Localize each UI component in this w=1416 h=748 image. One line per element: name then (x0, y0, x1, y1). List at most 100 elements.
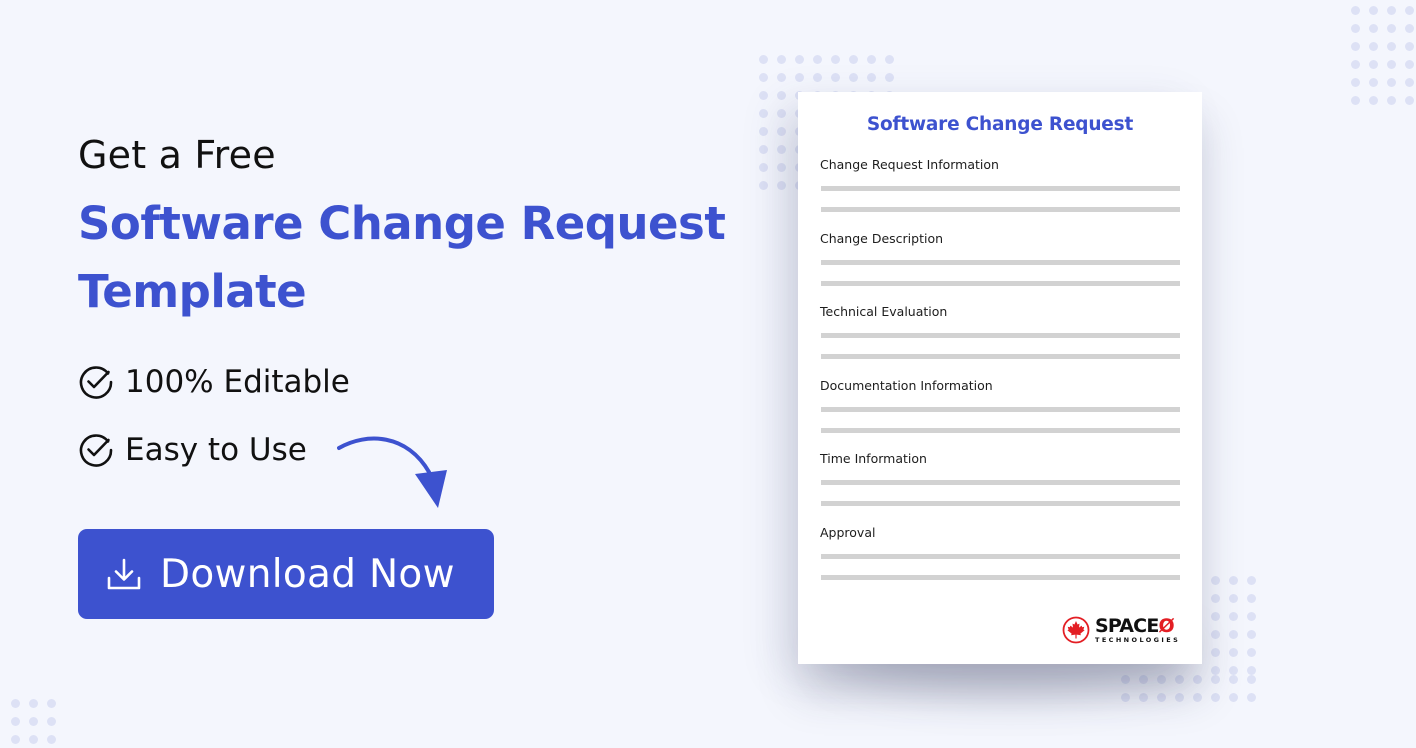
decorative-dot (24, 730, 42, 748)
decorative-dot (1364, 73, 1382, 91)
decorative-dot (754, 104, 772, 122)
placeholder-line (821, 406, 1180, 412)
decorative-dot (1346, 73, 1364, 91)
section-label: Technical Evaluation (820, 304, 948, 320)
decorative-dot (1382, 1, 1400, 19)
decorative-dot (1346, 37, 1364, 55)
decorative-dot (1242, 607, 1260, 625)
decorative-dot (1206, 625, 1224, 643)
decorative-dot (1206, 670, 1224, 688)
decorative-dot (1206, 571, 1224, 589)
decorative-dot (1170, 688, 1188, 706)
decorative-dot (1242, 571, 1260, 589)
decorative-dot (1224, 670, 1242, 688)
feature-item: Easy to Use (78, 430, 350, 470)
decorative-dot (880, 50, 898, 68)
placeholder-line (821, 553, 1180, 559)
decorative-dot (42, 694, 60, 712)
download-icon (107, 558, 141, 590)
decorative-dot (1134, 688, 1152, 706)
decorative-dot (1170, 670, 1188, 688)
decorative-dot (772, 176, 790, 194)
decorative-dot (1382, 37, 1400, 55)
decorative-dot (808, 50, 826, 68)
decorative-dot (1224, 571, 1242, 589)
document-sections: Change Request Information Change Descri… (820, 156, 1180, 598)
dot-pattern-top-right (1346, 1, 1416, 109)
decorative-dot (1364, 91, 1382, 109)
decorative-dot (808, 68, 826, 86)
document-title: Software Change Request (866, 114, 1134, 135)
decorative-dot (754, 140, 772, 158)
decorative-dot (1206, 589, 1224, 607)
feature-item: 100% Editable (78, 362, 350, 402)
decorative-dot (1400, 37, 1416, 55)
decorative-dot (1224, 607, 1242, 625)
placeholder-line (821, 259, 1180, 265)
document-section: Time Information (820, 450, 1180, 524)
decorative-dot (1364, 1, 1382, 19)
decorative-dot (1242, 688, 1260, 706)
decorative-dot (1364, 19, 1382, 37)
decorative-dot (1206, 607, 1224, 625)
decorative-dot (1242, 670, 1260, 688)
decorative-dot (6, 694, 24, 712)
decorative-dot (1206, 643, 1224, 661)
decorative-dot (826, 50, 844, 68)
check-circle-icon (79, 434, 113, 467)
decorative-dot (754, 86, 772, 104)
document-section: Change Description (820, 230, 1180, 304)
decorative-dot (1346, 91, 1364, 109)
decorative-dot (772, 140, 790, 158)
logo-name-suffix: Ø (1158, 614, 1175, 637)
decorative-dot (1224, 688, 1242, 706)
section-label: Approval (820, 524, 876, 540)
section-label: Change Request Information (820, 157, 999, 172)
decorative-dot (1346, 1, 1364, 19)
download-now-button[interactable]: Download Now (78, 529, 494, 619)
decorative-dot (772, 86, 790, 104)
decorative-dot (42, 712, 60, 730)
decorative-dot (1346, 19, 1364, 37)
decorative-dot (772, 122, 790, 140)
logo-text: SPACEØ TECHNOLOGIES (1095, 614, 1181, 644)
decorative-dot (844, 50, 862, 68)
placeholder-line (821, 427, 1180, 433)
decorative-dot (1242, 625, 1260, 643)
decorative-dot (1224, 625, 1242, 643)
document-section: Approval (820, 524, 1180, 598)
decorative-dot (6, 712, 24, 730)
document-section: Change Request Information (820, 156, 1180, 230)
dot-pattern-bottom-left (6, 694, 60, 748)
decorative-dot (772, 104, 790, 122)
decorative-dot (862, 50, 880, 68)
logo-tagline: TECHNOLOGIES (1095, 635, 1181, 644)
decorative-dot (1400, 55, 1416, 73)
placeholder-line (821, 480, 1180, 486)
decorative-dot (1224, 589, 1242, 607)
headline-line-1: Software Change Request (78, 197, 726, 250)
decorative-dot (1152, 688, 1170, 706)
decorative-dot (772, 158, 790, 176)
company-logo: SPACEØ TECHNOLOGIES (1062, 616, 1180, 644)
decorative-dot (880, 68, 898, 86)
section-label: Change Description (820, 230, 944, 246)
placeholder-line (821, 501, 1180, 507)
document-preview: Software Change Request Change Request I… (798, 92, 1202, 664)
dot-pattern-bottom-right-column (1206, 571, 1260, 679)
decorative-dot (24, 712, 42, 730)
decorative-dot (1206, 688, 1224, 706)
decorative-dot (1382, 91, 1400, 109)
placeholder-line (821, 333, 1180, 339)
decorative-dot (1400, 19, 1416, 37)
decorative-dot (1382, 73, 1400, 91)
placeholder-line (821, 574, 1180, 580)
check-circle-icon (79, 366, 113, 399)
decorative-dot (1382, 55, 1400, 73)
decorative-dot (24, 694, 42, 712)
decorative-dot (754, 50, 772, 68)
download-now-label: Download Now (160, 551, 455, 597)
decorative-dot (1364, 55, 1382, 73)
section-label: Time Information (820, 451, 927, 467)
decorative-dot (1346, 55, 1364, 73)
